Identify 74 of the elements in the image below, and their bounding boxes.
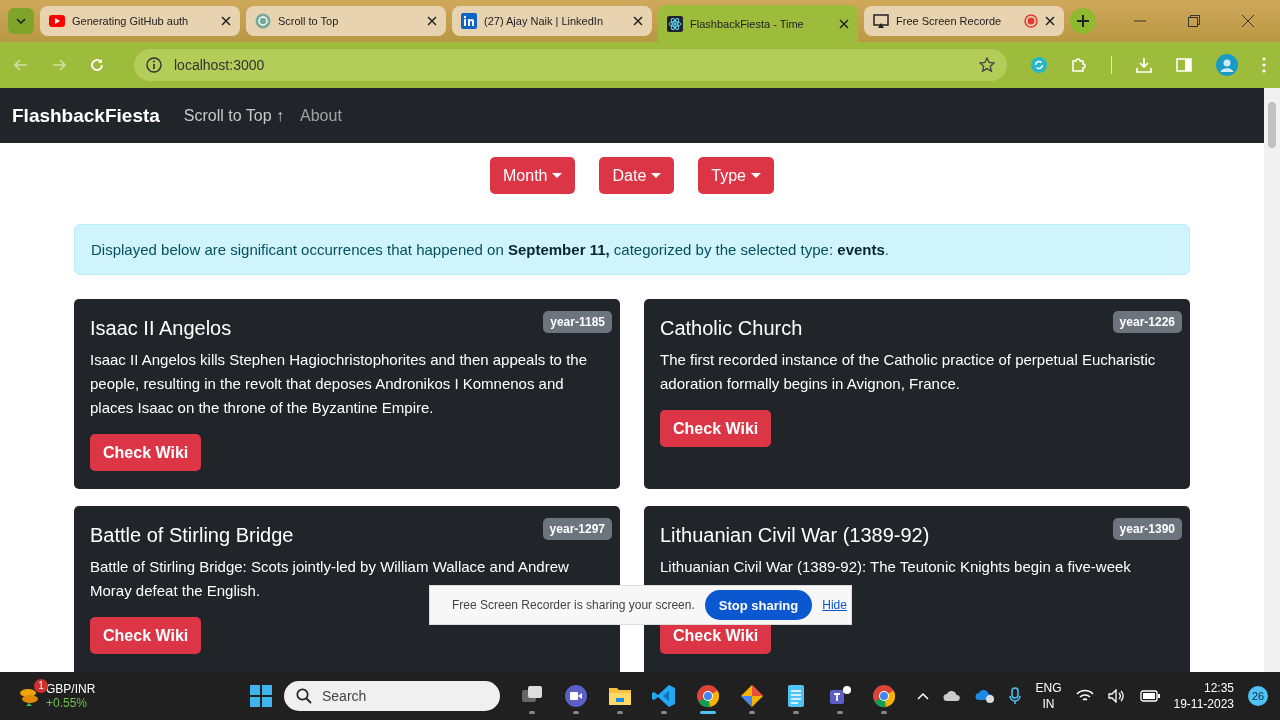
card-title: Isaac II Angelos (90, 317, 232, 340)
nav-link[interactable]: About (300, 106, 342, 125)
cloud-icon[interactable] (943, 690, 962, 702)
browser-tab[interactable]: Scroll to Top (246, 6, 446, 36)
close-icon[interactable] (839, 19, 849, 29)
chevron-up-icon[interactable] (917, 692, 930, 700)
wiki-button[interactable]: Check Wiki (90, 434, 202, 471)
hide-link[interactable]: Hide (822, 598, 847, 612)
atom-icon (667, 16, 683, 32)
browser-tab[interactable]: Generating GitHub auth (40, 6, 240, 36)
year-badge: year-1390 (1112, 518, 1182, 540)
video-camera-icon (564, 683, 588, 708)
dropdown-button[interactable]: Type (698, 157, 774, 194)
close-icon[interactable] (427, 16, 437, 26)
plus-icon (1077, 15, 1089, 27)
year-badge: year-1297 (542, 518, 612, 540)
caret-icon (651, 172, 662, 179)
linkedin-icon (461, 13, 477, 29)
card-text: Isaac II Angelos kills Stephen Hagiochristophorites and then appeals to the people, resulting in the revolt that deposes Andronikos I Komnenos and places Isaac on the throne of the Byzantine Empire. (90, 350, 588, 418)
close-icon[interactable] (1242, 15, 1254, 27)
info-icon (146, 57, 162, 73)
tab-search-button[interactable] (8, 8, 34, 34)
new-tab-button[interactable] (1070, 8, 1096, 34)
dropdown-button[interactable]: Date (599, 157, 675, 194)
chevron-down-icon (16, 18, 26, 24)
card-title: Battle of Stirling Bridge (90, 524, 294, 547)
currency-change: +0.55% (46, 696, 89, 710)
info-message: Displayed below are significant occurrences that happened on September 11, categorized by the selected type: events. (74, 224, 1190, 275)
battery-icon[interactable] (1139, 690, 1160, 702)
brand-link[interactable]: FlashbackFiesta (12, 104, 160, 127)
close-icon[interactable] (221, 16, 231, 26)
code-editor-icon (652, 683, 676, 708)
wiki-button[interactable]: Check Wiki (90, 617, 202, 654)
browser-tab[interactable]: (27) Ajay Naik | LinkedIn (452, 6, 652, 36)
stop-sharing-button[interactable]: Stop sharing (704, 590, 813, 620)
chrome-icon (872, 683, 896, 708)
diamond-tool-icon (740, 683, 764, 708)
avatar-icon[interactable] (1216, 54, 1238, 76)
card-title: Lithuanian Civil War (1389-92) (660, 524, 930, 547)
scrollbar[interactable] (1264, 88, 1280, 672)
card-text: Lithuanian Civil War (1389-92): The Teutonic Knights begin a five-week (660, 557, 1132, 577)
cloud-sync-icon[interactable] (975, 689, 996, 703)
monitor-icon (873, 13, 889, 29)
windows-icon[interactable] (250, 685, 272, 707)
wifi-icon[interactable] (1075, 689, 1094, 703)
browser-tab[interactable]: Free Screen Recorde (864, 6, 1064, 36)
search-icon (296, 688, 312, 704)
close-icon[interactable] (633, 16, 643, 26)
year-badge: year-1185 (543, 311, 612, 333)
restore-icon[interactable] (1188, 15, 1200, 27)
close-icon[interactable] (1045, 16, 1055, 26)
taskbar-search[interactable]: Search (284, 681, 500, 711)
wiki-button[interactable]: Check Wiki (660, 410, 772, 447)
chrome-icon (696, 683, 720, 708)
clock[interactable]: 12:35 19-11-2023 (1173, 680, 1234, 712)
card-text: The first recorded instance of the Catholic practice of perpetual Eucharistic adoration formally begins in Avignon, France. (660, 350, 1157, 394)
youtube-play-icon (49, 13, 65, 29)
notification-badge: 1 (34, 679, 48, 693)
card-text: Battle of Stirling Bridge: Scots jointly-led by William Wallace and Andrew Moray defeat the English. (90, 557, 570, 600)
year-badge: year-1226 (1112, 311, 1182, 333)
sharing-message: Free Screen Recorder is sharing your screen. (452, 598, 695, 612)
speaker-icon[interactable] (1107, 689, 1126, 703)
nav-link[interactable]: Scroll to Top ↑ (183, 106, 285, 125)
microphone-icon[interactable] (1009, 687, 1022, 705)
currency-pair: GBP/INR (46, 682, 96, 696)
caret-icon (750, 172, 761, 179)
caret-icon (552, 172, 563, 179)
card-title: Catholic Church (660, 317, 803, 340)
browser-tab[interactable]: FlashbackFiesta - Time (658, 5, 858, 43)
notification-count[interactable]: 26 (1248, 686, 1268, 706)
dropdown-button[interactable]: Month (490, 157, 576, 194)
star-icon[interactable] (979, 57, 995, 73)
language-indicator[interactable]: ENG IN (1035, 680, 1062, 712)
address-bar[interactable]: localhost:3000 (134, 49, 1007, 81)
